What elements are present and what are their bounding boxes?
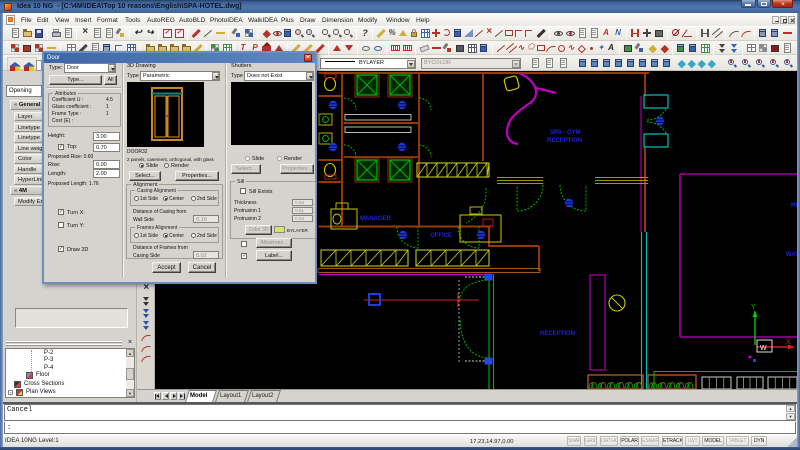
svg-text:Y: Y <box>751 304 756 311</box>
svg-text:RECEPTION: RECEPTION <box>540 331 575 337</box>
svg-text:RECEPTION: RECEPTION <box>547 138 582 144</box>
svg-text:X: X <box>786 339 791 346</box>
svg-text:SPA - GYM: SPA - GYM <box>550 130 581 136</box>
svg-text:MANAGER: MANAGER <box>360 216 392 222</box>
svg-text:W: W <box>760 345 767 352</box>
svg-text:OFFICE: OFFICE <box>430 233 452 239</box>
svg-text:RE: RE <box>791 203 797 209</box>
svg-text:WAT: WAT <box>786 252 797 258</box>
